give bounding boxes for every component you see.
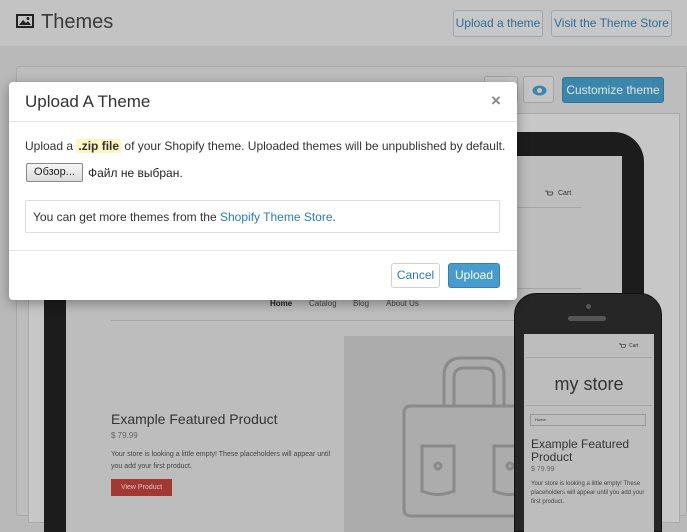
view-product-button[interactable]: View Product xyxy=(111,479,172,496)
file-status-text: Файл не выбран. xyxy=(88,166,183,180)
preview-button[interactable] xyxy=(523,76,554,103)
divider xyxy=(526,405,652,406)
phone-product-description: Your store is looking a little empty! Th… xyxy=(531,481,645,505)
divider xyxy=(526,357,652,358)
tablet-product-title: Example Featured Product xyxy=(111,411,278,427)
upload-button[interactable]: Upload xyxy=(448,263,500,288)
modal-footer-divider xyxy=(9,250,517,251)
page-title: Themes xyxy=(41,11,114,33)
info-text-after: . xyxy=(332,210,336,224)
upload-theme-modal: Upload A Theme × Upload a .zip file of y… xyxy=(9,82,517,300)
upload-instructions: Upload a .zip file of your Shopify theme… xyxy=(25,139,505,153)
phone-store-name: my store xyxy=(554,374,624,394)
tablet-nav-about[interactable]: About Us xyxy=(386,299,419,308)
info-text-before: You can get more themes from the xyxy=(33,210,217,224)
intro-text-after: of your Shopify theme. Uploaded themes w… xyxy=(124,139,506,153)
divider xyxy=(111,320,581,321)
modal-title: Upload A Theme xyxy=(25,92,151,111)
cart-icon xyxy=(619,343,626,348)
cancel-button[interactable]: Cancel xyxy=(391,263,440,288)
tablet-product-description: Your store is looking a little empty! Th… xyxy=(111,451,331,470)
phone-cart-link[interactable]: Cart xyxy=(629,343,638,349)
phone-product-title: Example Featured Product xyxy=(531,437,630,464)
intro-text-before: Upload a xyxy=(25,139,74,153)
modal-header: Upload A Theme × xyxy=(9,82,517,122)
tablet-nav-catalog[interactable]: Catalog xyxy=(309,299,337,308)
phone-camera xyxy=(586,304,591,309)
customize-theme-button[interactable]: Customize theme xyxy=(562,77,664,103)
upload-theme-button[interactable]: Upload a theme xyxy=(453,10,543,37)
tablet-nav-home[interactable]: Home xyxy=(270,299,292,308)
phone-product-price: $ 79.99 xyxy=(531,466,555,473)
browse-file-button[interactable]: Обзор... xyxy=(26,163,83,182)
tablet-nav-blog[interactable]: Blog xyxy=(353,299,369,308)
tablet-product-price: $ 79.99 xyxy=(111,431,138,440)
phone-nav-select[interactable]: Home xyxy=(530,414,646,426)
theme-store-link[interactable]: Shopify Theme Store xyxy=(220,210,333,224)
visit-theme-store-button[interactable]: Visit the Theme Store xyxy=(551,10,672,37)
eye-icon xyxy=(532,85,547,96)
zip-file-highlight: .zip file xyxy=(76,139,122,153)
image-icon xyxy=(16,14,34,28)
cart-icon xyxy=(545,190,553,196)
tablet-cart-link[interactable]: Cart xyxy=(558,190,571,197)
close-icon[interactable]: × xyxy=(491,91,501,111)
phone-speaker xyxy=(568,316,606,321)
info-text: You can get more themes from the Shopify… xyxy=(33,210,336,224)
